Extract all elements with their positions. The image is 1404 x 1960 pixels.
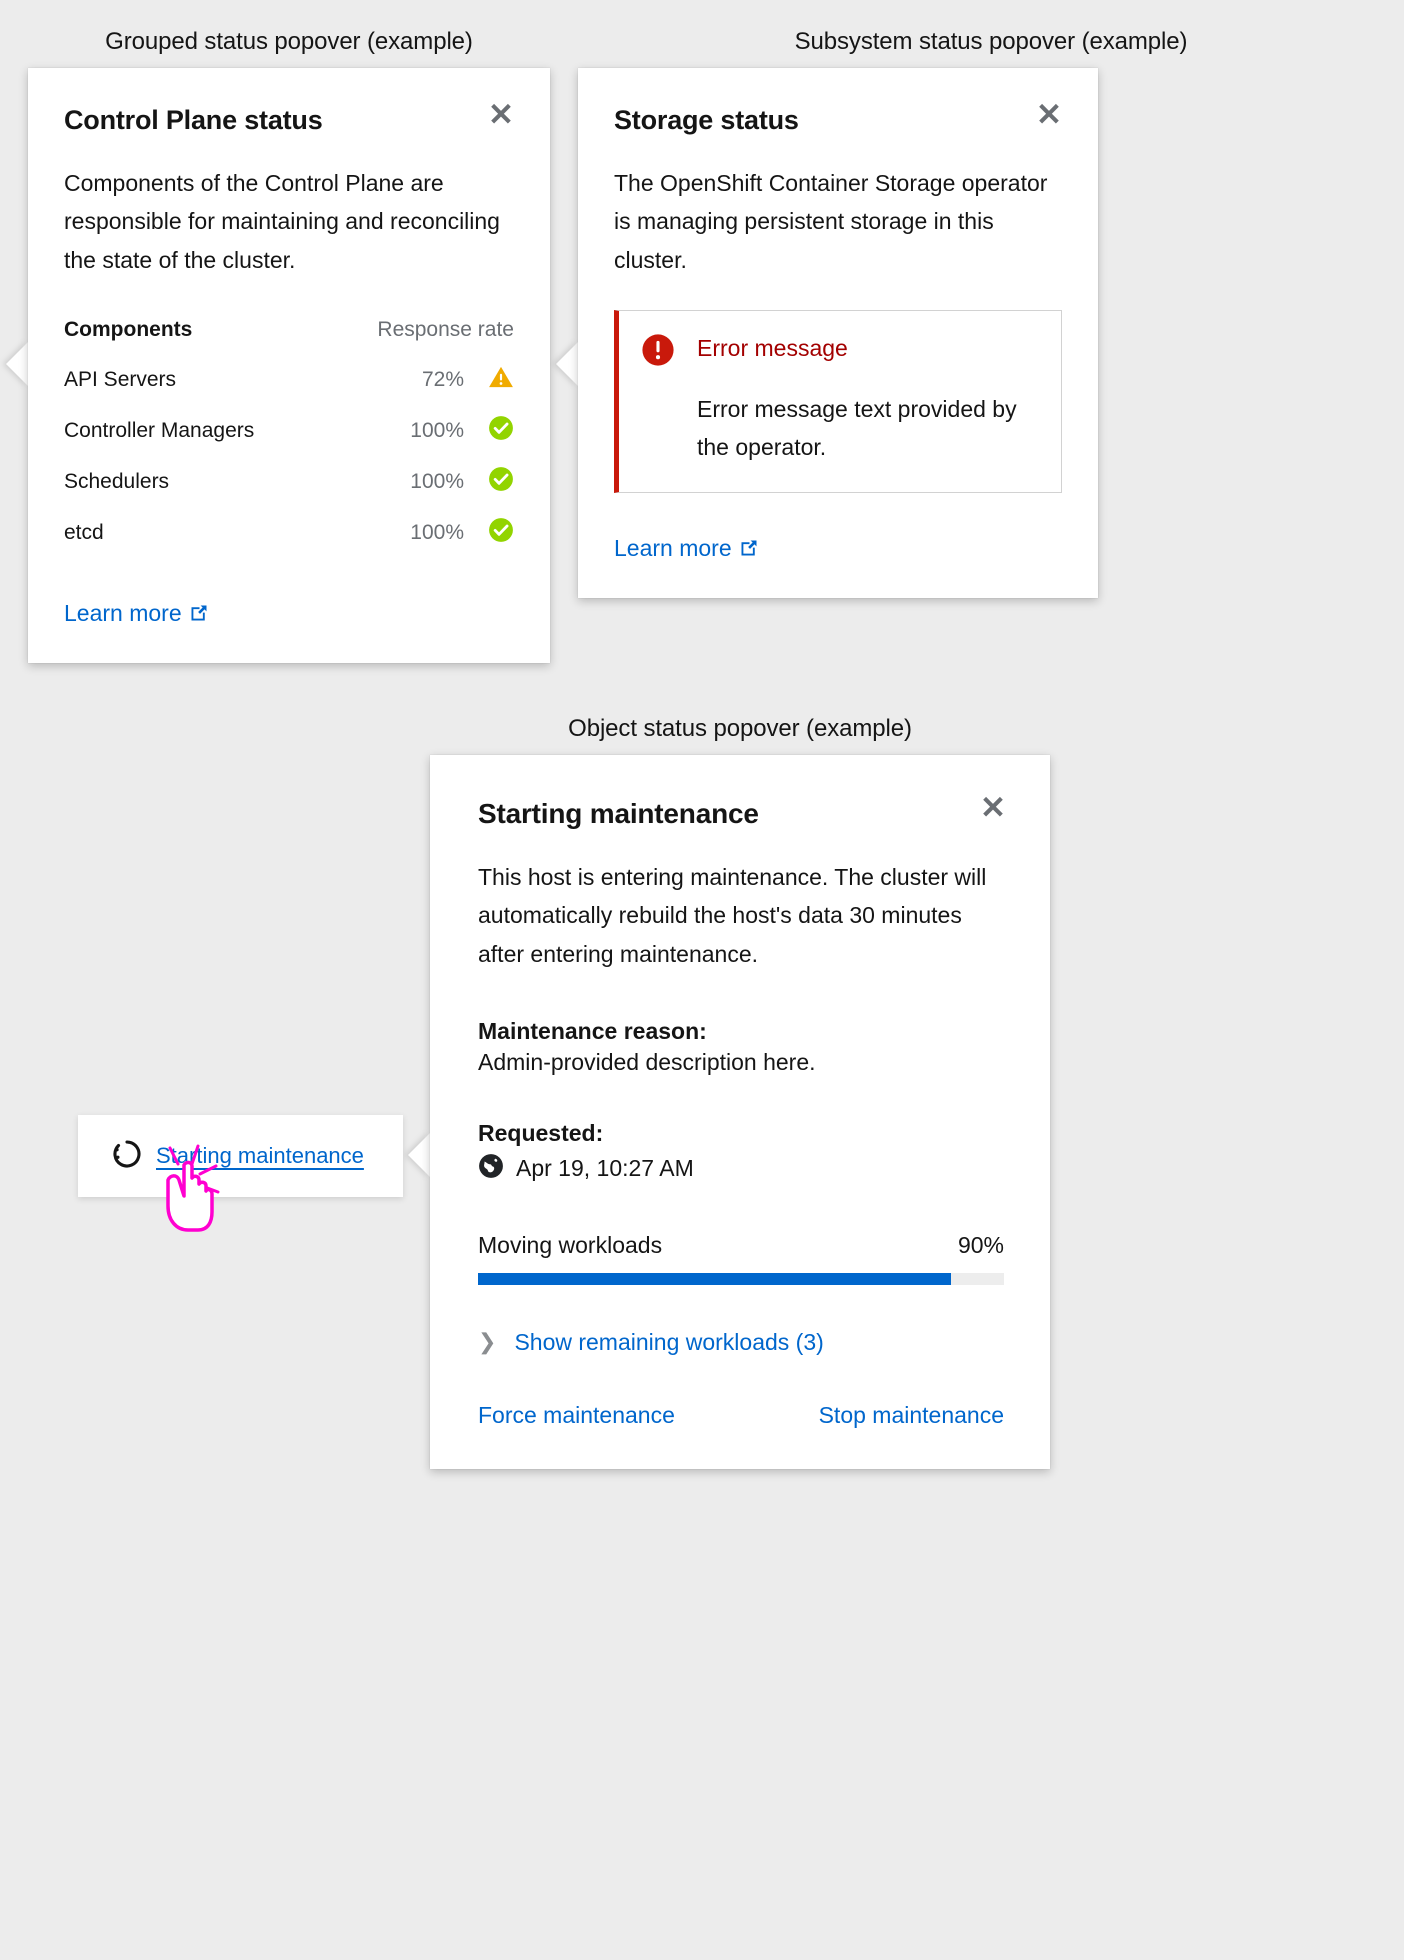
progress-label: Moving workloads (478, 1231, 663, 1258)
globe-icon (478, 1153, 504, 1184)
table-row: API Servers 72% (64, 354, 514, 405)
storage-status-popover: Storage status ✕ The OpenShift Container… (578, 68, 1098, 599)
progress-bar (478, 1272, 1004, 1285)
component-name: etcd (64, 520, 104, 544)
in-progress-icon (112, 1139, 142, 1174)
check-circle-icon (488, 466, 514, 498)
close-icon[interactable]: ✕ (976, 791, 1010, 825)
popover-tail-maintenance (408, 1133, 430, 1177)
check-circle-icon (488, 517, 514, 549)
stop-maintenance-button[interactable]: Stop maintenance (819, 1402, 1004, 1429)
progress-bar-fill (478, 1272, 952, 1285)
maintenance-status-trigger[interactable]: Starting maintenance (78, 1115, 403, 1197)
component-name: Controller Managers (64, 418, 255, 442)
column-header-response-rate: Response rate (377, 317, 514, 341)
component-name: Schedulers (64, 469, 170, 493)
caption-grouped-status: Grouped status popover (example) (105, 28, 473, 55)
table-header-row: Components Response rate (64, 318, 514, 354)
error-circle-icon (641, 333, 675, 372)
learn-more-label: Learn more (64, 599, 182, 626)
component-name: API Servers (64, 367, 177, 391)
chevron-right-icon: ❯ (478, 1329, 497, 1355)
maintenance-reason-label: Maintenance reason: (478, 1017, 707, 1044)
status-badge (478, 405, 514, 456)
table-row: etcd 100% (64, 507, 514, 558)
maintenance-description: This host is entering maintenance. The c… (478, 863, 987, 968)
status-badge (478, 507, 514, 558)
object-status-popover: Starting maintenance ✕ This host is ente… (430, 755, 1050, 1469)
learn-more-label: Learn more (614, 535, 732, 562)
close-icon[interactable]: ✕ (484, 98, 518, 132)
page-title: Control Plane status (64, 105, 323, 135)
components-table: Components Response rate API Servers 72%… (64, 318, 514, 558)
maintenance-reason-value: Admin-provided description here. (478, 1048, 816, 1075)
maintenance-trigger-label[interactable]: Starting maintenance (156, 1143, 364, 1169)
column-header-components: Components (64, 317, 193, 341)
component-response-rate: 100% (410, 418, 464, 442)
warning-triangle-icon (488, 364, 514, 396)
error-alert-text: Error message text provided by the opera… (697, 395, 1017, 460)
error-alert: Error message Error message text provide… (614, 309, 1062, 494)
component-response-rate: 100% (410, 469, 464, 493)
requested-label: Requested: (478, 1119, 604, 1146)
control-plane-description: Components of the Control Plane are resp… (64, 169, 500, 273)
caption-object-status: Object status popover (example) (568, 715, 912, 742)
caption-subsystem-status: Subsystem status popover (example) (794, 28, 1188, 55)
close-icon[interactable]: ✕ (1032, 98, 1066, 132)
check-circle-icon (488, 415, 514, 447)
popover-tail-storage (556, 342, 578, 386)
popover-tail-control-plane (6, 342, 28, 386)
component-response-rate: 72% (421, 367, 464, 391)
external-link-icon (189, 602, 209, 629)
component-response-rate: 100% (410, 520, 464, 544)
force-maintenance-button[interactable]: Force maintenance (478, 1402, 675, 1429)
table-row: Schedulers 100% (64, 456, 514, 507)
external-link-icon (739, 537, 759, 564)
learn-more-link[interactable]: Learn more (614, 535, 759, 564)
page-title: Storage status (614, 105, 799, 135)
control-plane-status-popover: Control Plane status ✕ Components of the… (28, 68, 550, 663)
progress-percent: 90% (957, 1231, 1004, 1258)
requested-timestamp: Apr 19, 10:27 AM (516, 1154, 694, 1181)
error-alert-title: Error message (697, 334, 848, 361)
show-remaining-workloads-toggle[interactable]: ❯ Show remaining workloads (3) (478, 1329, 1004, 1356)
status-badge (478, 456, 514, 507)
learn-more-link[interactable]: Learn more (64, 600, 209, 629)
status-badge (478, 354, 514, 405)
storage-description: The OpenShift Container Storage operator… (614, 169, 1048, 273)
page-title: Starting maintenance (478, 798, 759, 829)
table-row: Controller Managers 100% (64, 405, 514, 456)
show-remaining-workloads-label: Show remaining workloads (3) (514, 1328, 824, 1355)
